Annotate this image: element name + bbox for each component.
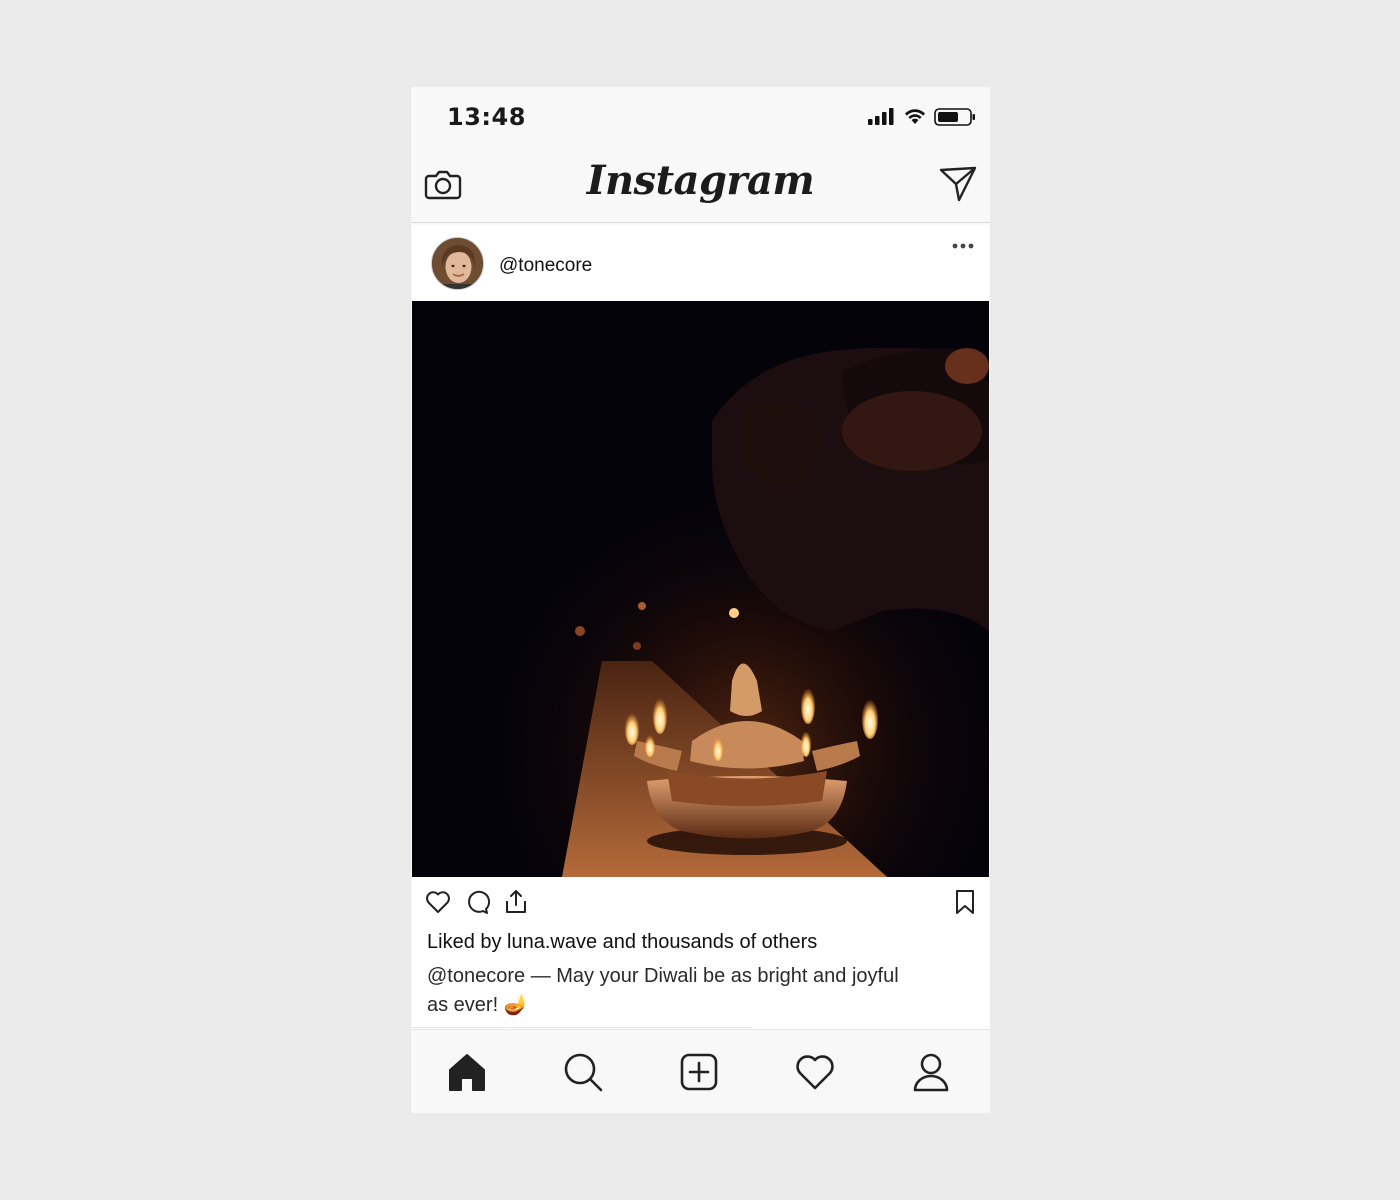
phone-screen: 13:48 Instagram @tonecore Liked by luna.… bbox=[411, 87, 990, 1113]
divider bbox=[412, 1027, 752, 1028]
more-options-icon[interactable] bbox=[951, 241, 975, 251]
battery-icon bbox=[934, 108, 975, 126]
app-header: Instagram bbox=[411, 151, 990, 223]
direct-send-icon[interactable] bbox=[938, 165, 978, 203]
bookmark-icon[interactable] bbox=[953, 889, 977, 915]
home-icon[interactable] bbox=[445, 1050, 489, 1094]
status-time: 13:48 bbox=[447, 103, 526, 131]
status-bar: 13:48 bbox=[411, 87, 990, 151]
post-caption: @tonecore — May your Diwali be as bright… bbox=[427, 962, 967, 1020]
caption-line-2: as ever! 🪔 bbox=[427, 994, 529, 1016]
new-post-icon[interactable] bbox=[677, 1050, 721, 1094]
instagram-logo: Instagram bbox=[586, 157, 815, 204]
wifi-icon bbox=[905, 109, 925, 124]
share-icon[interactable] bbox=[503, 889, 529, 915]
post-actions: Liked by luna.wave and thousands of othe… bbox=[412, 877, 989, 1029]
search-icon[interactable] bbox=[561, 1050, 605, 1094]
activity-heart-icon[interactable] bbox=[793, 1050, 837, 1094]
status-icons bbox=[868, 107, 978, 127]
cellular-signal-icon bbox=[868, 108, 894, 125]
post-username[interactable]: @tonecore bbox=[499, 255, 592, 277]
heart-icon[interactable] bbox=[425, 889, 451, 915]
post-image[interactable] bbox=[412, 301, 989, 877]
caption-line-1: @tonecore — May your Diwali be as bright… bbox=[427, 965, 899, 987]
post-header: @tonecore bbox=[412, 225, 989, 301]
tab-bar bbox=[411, 1029, 990, 1113]
profile-icon[interactable] bbox=[909, 1050, 953, 1094]
avatar[interactable] bbox=[431, 237, 484, 290]
likes-text[interactable]: Liked by luna.wave and thousands of othe… bbox=[427, 931, 817, 954]
comment-icon[interactable] bbox=[464, 889, 490, 915]
